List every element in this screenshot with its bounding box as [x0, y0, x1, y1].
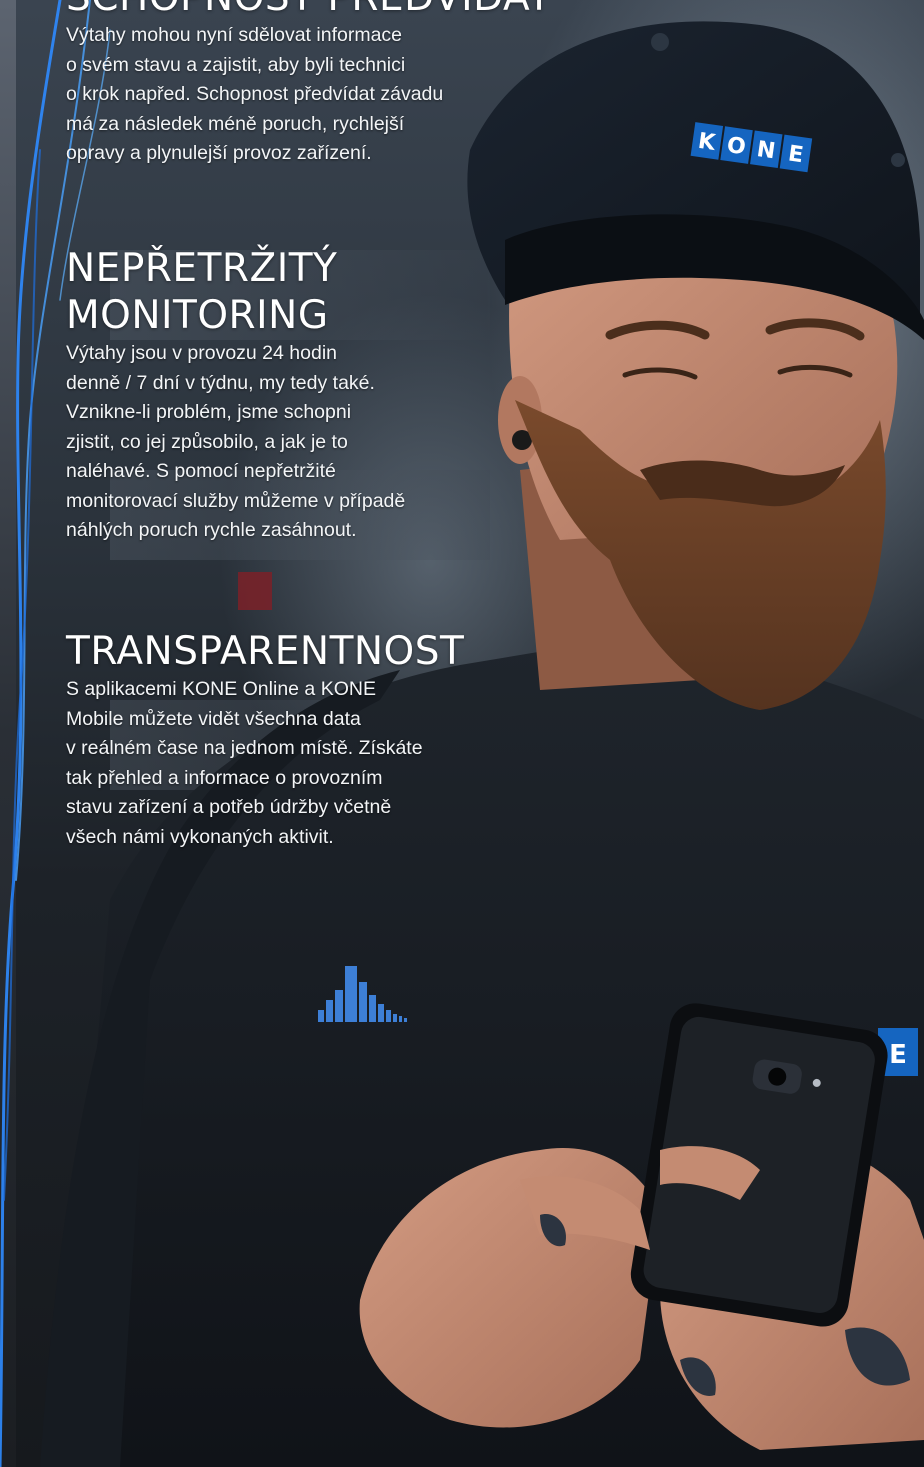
- body-line: všech námi vykonaných aktivit.: [66, 825, 334, 848]
- body-line: monitorovací služby můžeme v případě: [66, 489, 406, 512]
- body-line: Výtahy jsou v provozu 24 hodin: [66, 342, 338, 364]
- body-line: v reálném čase na jednom místě. Získáte: [66, 737, 423, 759]
- section-predict: SCHOPNOST PŘEDVÍDAT Výtahy mohou nyní sd…: [66, 0, 551, 169]
- section-body: S aplikacemi KONE Online a KONE Mobile m…: [66, 675, 464, 852]
- body-line: stavu zařízení a potřeb údržby včetně: [66, 796, 392, 818]
- body-line: náhlých poruch rychle zasáhnout.: [66, 519, 357, 541]
- cap-eyelet: [651, 33, 669, 51]
- heading-line: SCHOPNOST PŘEDVÍDAT: [66, 0, 551, 20]
- section-heading: TRANSPARENTNOST: [66, 628, 464, 675]
- heading-line: NEPŘETRŽITÝ: [66, 246, 338, 291]
- heading-line: MONITORING: [66, 293, 329, 338]
- body-line: zjistit, co jej způsobilo, a jak je to: [66, 430, 348, 453]
- section-transparency: TRANSPARENTNOST S aplikacemi KONE Online…: [66, 628, 464, 852]
- body-line: Výtahy mohou nyní sdělovat informace: [66, 24, 403, 46]
- cap-eyelet: [891, 153, 905, 167]
- logo-letter: N: [755, 137, 777, 164]
- body-line: o svém stavu a zajistit, aby byli techni…: [66, 53, 406, 76]
- body-line: S aplikacemi KONE Online a KONE: [66, 678, 376, 700]
- body-line: tak přehled a informace o provozním: [66, 766, 383, 789]
- heading-line: TRANSPARENTNOST: [66, 629, 465, 674]
- body-line: Vznikne-li problém, jsme schopni: [66, 401, 352, 423]
- section-heading: NEPŘETRŽITÝ MONITORING: [66, 245, 405, 339]
- body-line: Mobile můžete vidět všechna data: [66, 707, 361, 730]
- section-monitoring: NEPŘETRŽITÝ MONITORING Výtahy jsou v pro…: [66, 245, 405, 546]
- body-line: naléhavé. S pomocí nepřetržité: [66, 460, 336, 482]
- section-heading: SCHOPNOST PŘEDVÍDAT: [66, 0, 551, 21]
- body-line: opravy a plynulejší provoz zařízení.: [66, 142, 372, 164]
- sleeve-logo-letter: E: [889, 1040, 907, 1070]
- body-line: denně / 7 dní v týdnu, my tedy také.: [66, 371, 375, 394]
- body-line: o krok napřed. Schopnost předvídat závad…: [66, 83, 444, 105]
- section-body: Výtahy jsou v provozu 24 hodin denně / 7…: [66, 339, 405, 546]
- section-body: Výtahy mohou nyní sdělovat informace o s…: [66, 21, 551, 169]
- logo-letter: O: [725, 133, 747, 160]
- body-line: má za následek méně poruch, rychlejší: [66, 112, 405, 135]
